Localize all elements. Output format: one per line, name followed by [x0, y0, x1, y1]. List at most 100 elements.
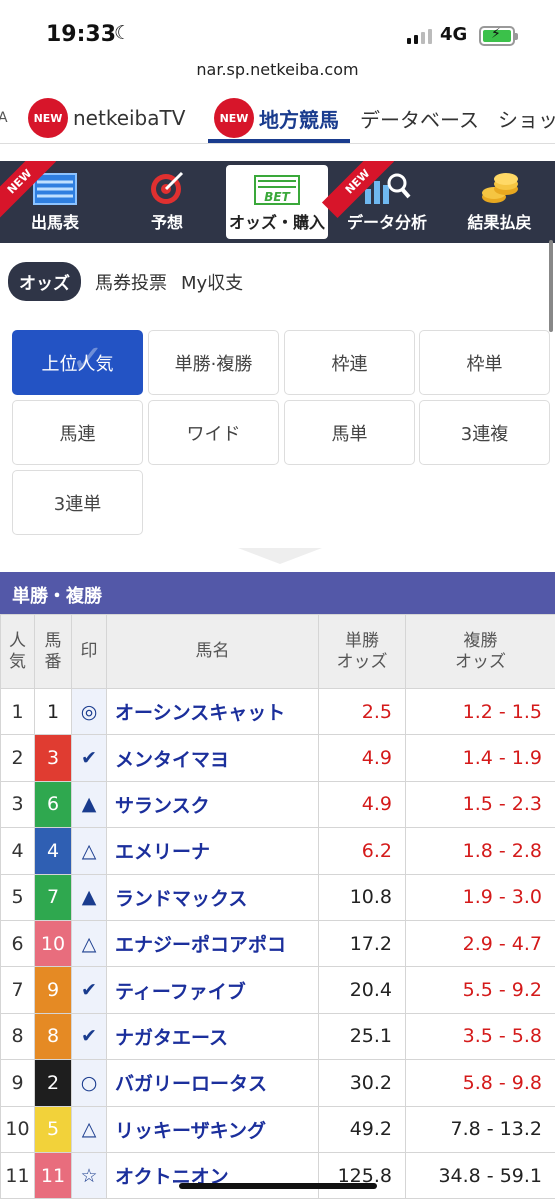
- prediction-mark[interactable]: ✔: [71, 1012, 107, 1061]
- scrollbar[interactable]: [549, 240, 553, 332]
- place-odds-cell: 1.5 - 2.3: [405, 780, 555, 829]
- battery-icon: [479, 26, 518, 46]
- place-odds-cell: 3.5 - 5.8: [405, 1012, 555, 1061]
- nav-item-database[interactable]: データベース: [360, 92, 479, 144]
- bet-type-bracket-quinella[interactable]: 枠連: [284, 330, 415, 395]
- win-odds-cell: 125.8: [318, 1151, 406, 1200]
- nav-item-shop[interactable]: ショッ: [498, 92, 555, 144]
- top-nav: A NEW netkeibaTV NEW 地方競馬 データベース ショッ: [0, 92, 555, 144]
- win-odds-cell: 20.4: [318, 966, 406, 1014]
- prediction-mark[interactable]: ✔: [71, 966, 107, 1014]
- coins-icon: [481, 173, 518, 203]
- prediction-mark[interactable]: ✔: [71, 734, 107, 782]
- horse-name-link[interactable]: オクトニオン: [106, 1151, 319, 1200]
- table-row[interactable]: 10 5 △ リッキーザキング 49.2 7.8 - 13.2: [0, 1105, 555, 1153]
- place-odds-cell: 34.8 - 59.1: [405, 1151, 555, 1200]
- horse-number-cell: 2: [34, 1059, 72, 1107]
- bet-type-exacta[interactable]: 馬単: [284, 400, 415, 465]
- horse-name-link[interactable]: ランドマックス: [106, 873, 319, 921]
- svg-text:BET: BET: [264, 190, 290, 204]
- tab-my-balance[interactable]: My収支: [181, 269, 243, 295]
- tab-vote[interactable]: 馬券投票: [95, 269, 167, 295]
- win-odds-cell: 17.2: [318, 919, 406, 968]
- prediction-mark[interactable]: ☆: [71, 1151, 107, 1200]
- popularity-cell: 4: [0, 827, 35, 875]
- table-row[interactable]: 8 8 ✔ ナガタエース 25.1 3.5 - 5.8: [0, 1012, 555, 1061]
- nav-item-label: 地方競馬: [259, 107, 339, 132]
- nav-item-label: netkeibaTV: [73, 106, 186, 130]
- menu-results[interactable]: 結果払戻: [444, 161, 555, 243]
- collapse-chevron-icon[interactable]: [238, 548, 322, 564]
- bet-type-quinella[interactable]: 馬連: [12, 400, 143, 465]
- nav-item-chiho-keiba[interactable]: NEW 地方競馬: [214, 92, 339, 144]
- win-odds-cell: 4.9: [318, 734, 406, 782]
- prediction-mark[interactable]: ▲: [71, 873, 107, 921]
- win-odds-cell: 6.2: [318, 827, 406, 875]
- col-header-popularity[interactable]: 人気: [0, 614, 35, 689]
- popularity-cell: 11: [0, 1151, 35, 1200]
- table-row[interactable]: 11 11 ☆ オクトニオン 125.8 34.8 - 59.1: [0, 1151, 555, 1200]
- col-header-win-odds[interactable]: 単勝 オッズ: [318, 614, 406, 689]
- place-odds-cell: 1.2 - 1.5: [405, 687, 555, 736]
- target-icon: [151, 171, 184, 204]
- col-header-mark: 印: [71, 614, 107, 689]
- nav-item-netkeibatv[interactable]: NEW netkeibaTV: [28, 92, 185, 144]
- nav-item-prev[interactable]: A: [0, 92, 8, 144]
- prediction-mark[interactable]: ○: [71, 1059, 107, 1107]
- table-row[interactable]: 7 9 ✔ ティーファイブ 20.4 5.5 - 9.2: [0, 966, 555, 1014]
- active-tab-indicator: [208, 139, 350, 143]
- horse-name-link[interactable]: エメリーナ: [106, 827, 319, 875]
- horse-name-link[interactable]: エナジーポコアポコ: [106, 919, 319, 968]
- prediction-mark[interactable]: △: [71, 919, 107, 968]
- menu-prediction[interactable]: 予想: [112, 161, 222, 243]
- popularity-cell: 2: [0, 734, 35, 782]
- home-indicator[interactable]: [179, 1183, 377, 1189]
- prediction-mark[interactable]: ◎: [71, 687, 107, 736]
- col-header-horse-number[interactable]: 馬番: [34, 614, 72, 689]
- win-odds-cell: 30.2: [318, 1059, 406, 1107]
- prediction-mark[interactable]: △: [71, 827, 107, 875]
- bet-type-trifecta[interactable]: 3連単: [12, 470, 143, 535]
- popularity-cell: 10: [0, 1105, 35, 1153]
- table-row[interactable]: 5 7 ▲ ランドマックス 10.8 1.9 - 3.0: [0, 873, 555, 921]
- popularity-cell: 1: [0, 687, 35, 736]
- status-bar: 19:33 ☾ 4G: [0, 0, 555, 56]
- menu-odds-purchase[interactable]: BET オッズ・購入: [226, 165, 328, 239]
- horse-number-cell: 3: [34, 734, 72, 782]
- place-odds-cell: 7.8 - 13.2: [405, 1105, 555, 1153]
- place-odds-cell: 5.5 - 9.2: [405, 966, 555, 1014]
- bet-type-win-place[interactable]: 単勝·複勝: [148, 330, 279, 395]
- horse-name-link[interactable]: リッキーザキング: [106, 1105, 319, 1153]
- table-row[interactable]: 1 1 ◎ オーシンスキャット 2.5 1.2 - 1.5: [0, 687, 555, 736]
- place-odds-cell: 1.4 - 1.9: [405, 734, 555, 782]
- horse-name-link[interactable]: メンタイマヨ: [106, 734, 319, 782]
- prediction-mark[interactable]: ▲: [71, 780, 107, 829]
- horse-name-link[interactable]: ティーファイブ: [106, 966, 319, 1014]
- win-odds-cell: 4.9: [318, 780, 406, 829]
- horse-number-cell: 11: [34, 1151, 72, 1200]
- table-row[interactable]: 9 2 ○ バガリーロータス 30.2 5.8 - 9.8: [0, 1059, 555, 1107]
- table-row[interactable]: 4 4 △ エメリーナ 6.2 1.8 - 2.8: [0, 827, 555, 875]
- sub-tabs: オッズ 馬券投票 My収支: [8, 262, 243, 301]
- bet-type-trio[interactable]: 3連複: [419, 400, 550, 465]
- horse-number-cell: 5: [34, 1105, 72, 1153]
- url-bar[interactable]: nar.sp.netkeiba.com: [0, 60, 555, 79]
- col-header-place-odds[interactable]: 複勝 オッズ: [405, 614, 555, 689]
- prediction-mark[interactable]: △: [71, 1105, 107, 1153]
- bet-type-wide[interactable]: ワイド: [148, 400, 279, 465]
- horse-number-cell: 4: [34, 827, 72, 875]
- table-row[interactable]: 6 10 △ エナジーポコアポコ 17.2 2.9 - 4.7: [0, 919, 555, 968]
- place-odds-cell: 2.9 - 4.7: [405, 919, 555, 968]
- table-row[interactable]: 3 6 ▲ サランスク 4.9 1.5 - 2.3: [0, 780, 555, 829]
- bet-type-bracket-exacta[interactable]: 枠単: [419, 330, 550, 395]
- race-menu: 出馬表 予想 BET オッズ・購入 データ分析 結果払戻 NEW NEW: [0, 161, 555, 243]
- horse-name-link[interactable]: ナガタエース: [106, 1012, 319, 1061]
- horse-name-link[interactable]: サランスク: [106, 780, 319, 829]
- place-odds-cell: 1.9 - 3.0: [405, 873, 555, 921]
- tab-odds[interactable]: オッズ: [8, 262, 81, 301]
- horse-name-link[interactable]: オーシンスキャット: [106, 687, 319, 736]
- bet-type-popular[interactable]: ✓ 上位人気: [12, 330, 143, 395]
- horse-name-link[interactable]: バガリーロータス: [106, 1059, 319, 1107]
- horse-number-cell: 1: [34, 687, 72, 736]
- table-row[interactable]: 2 3 ✔ メンタイマヨ 4.9 1.4 - 1.9: [0, 734, 555, 782]
